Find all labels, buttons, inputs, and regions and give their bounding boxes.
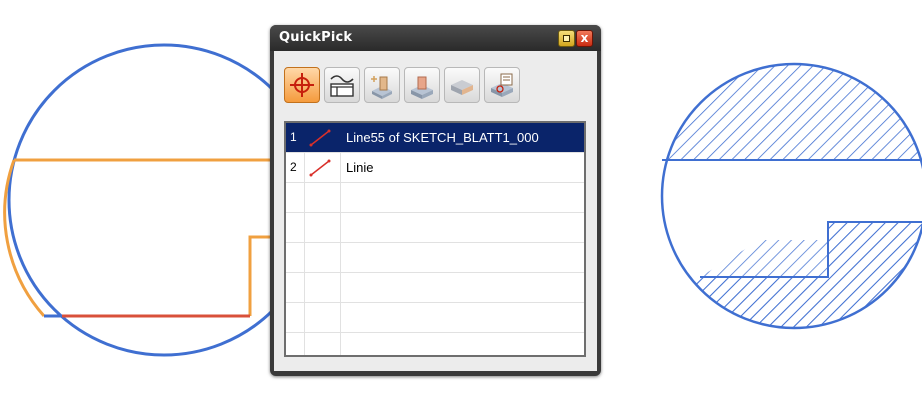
quickpick-titlebar[interactable]: QuickPick x — [270, 25, 601, 51]
quickpick-body: 1 Line55 of SKETCH_BLATT1_000 2 Linie — [274, 51, 597, 371]
curve-filter-button[interactable] — [324, 67, 360, 103]
crosshair-icon — [290, 73, 314, 97]
face-icon — [451, 80, 473, 95]
datum-filter-button[interactable] — [484, 67, 520, 103]
pin-icon[interactable] — [558, 30, 575, 47]
line-icon — [309, 159, 331, 177]
empty-row — [286, 183, 584, 213]
empty-row — [286, 333, 584, 355]
empty-row — [286, 303, 584, 333]
list-item[interactable]: 2 Linie — [286, 153, 584, 183]
body-icon — [411, 76, 433, 99]
filter-toolbar — [284, 67, 584, 105]
window-title: QuickPick — [279, 30, 353, 45]
list-item[interactable]: 1 Line55 of SKETCH_BLATT1_000 — [286, 123, 584, 153]
curve-icon — [330, 75, 354, 97]
empty-row — [286, 213, 584, 243]
quickpick-dialog: QuickPick x 1 Line55 of SKETCH_BLATT1_00… — [270, 25, 601, 376]
feature-icon — [371, 76, 392, 99]
close-icon[interactable]: x — [576, 30, 593, 47]
line-icon — [309, 129, 331, 147]
row-number: 2 — [290, 160, 297, 174]
row-name: Linie — [346, 160, 374, 175]
row-number: 1 — [290, 130, 297, 144]
datum-icon — [491, 73, 513, 97]
face-filter-button[interactable] — [444, 67, 480, 103]
row-name: Line55 of SKETCH_BLATT1_000 — [346, 130, 539, 145]
empty-row — [286, 243, 584, 273]
quickpick-list[interactable]: 1 Line55 of SKETCH_BLATT1_000 2 Linie — [284, 121, 586, 357]
body-filter-button[interactable] — [404, 67, 440, 103]
empty-row — [286, 273, 584, 303]
section-view-right[interactable] — [660, 60, 922, 335]
feature-filter-button[interactable] — [364, 67, 400, 103]
all-filter-button[interactable] — [284, 67, 320, 103]
